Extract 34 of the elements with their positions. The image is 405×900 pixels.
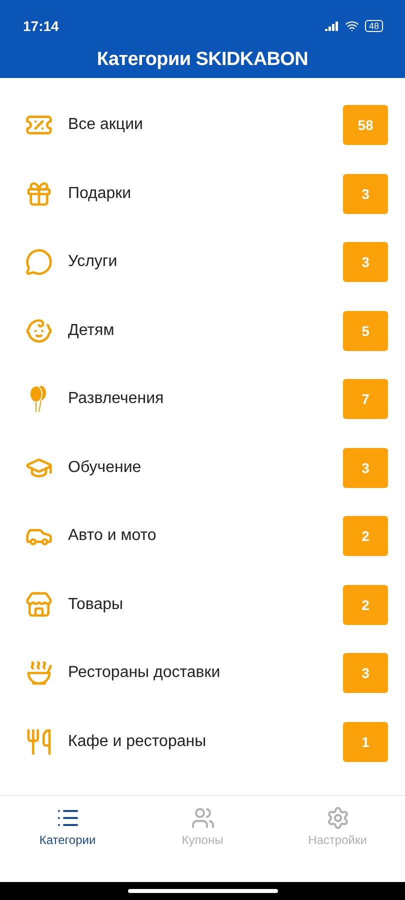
wifi-icon (344, 19, 359, 33)
baby-icon (25, 316, 53, 345)
category-label[interactable]: Товары (68, 596, 343, 614)
settings-icon (326, 806, 350, 830)
category-label[interactable]: Авто и мото (68, 527, 343, 546)
count-badge: 2 (343, 584, 388, 625)
count-badge: 3 (343, 448, 388, 488)
gift-icon (25, 180, 53, 208)
count-badge: 7 (343, 379, 388, 420)
count-badge: 58 (343, 105, 388, 146)
store-icon (25, 590, 53, 619)
speech-bubble-icon (25, 248, 53, 276)
category-label[interactable]: Все акции (68, 116, 343, 134)
nav-tab[interactable]: Категории (0, 796, 135, 882)
category-label[interactable]: Развлечения (68, 390, 343, 408)
category-label[interactable]: Детям (68, 322, 343, 340)
people-icon (190, 806, 214, 830)
signal-icon (324, 21, 339, 31)
count-badge: 5 (343, 310, 388, 351)
category-label[interactable]: Рестораны доставки (68, 664, 343, 682)
category-label[interactable]: Кафе и рестораны (68, 732, 343, 751)
count-badge: 1 (343, 722, 388, 762)
count-badge: 3 (343, 653, 388, 694)
count-badge: 2 (343, 516, 388, 556)
category-label[interactable]: Подарки (68, 184, 343, 203)
screen-title: Категории SKIDKABON (96, 49, 310, 71)
count-badge: 3 (343, 174, 388, 214)
count-badge: 3 (343, 242, 388, 282)
battery-icon: 48 (364, 20, 383, 32)
status-time: 17:14 (23, 18, 59, 34)
category-label[interactable]: Обучение (68, 458, 343, 477)
category-label[interactable]: Услуги (68, 253, 343, 272)
cutlery-icon (25, 728, 53, 756)
bowl-icon (25, 659, 53, 688)
